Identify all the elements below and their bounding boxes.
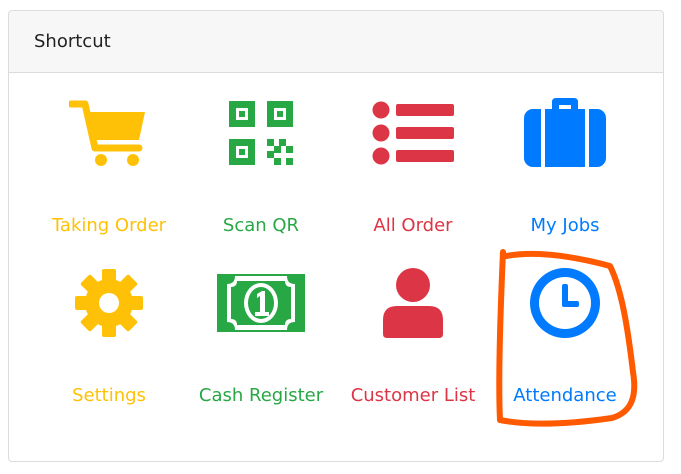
shortcut-label: Scan QR xyxy=(222,215,300,236)
panel-header: Shortcut xyxy=(9,11,663,73)
shortcut-customer-list[interactable]: Customer List xyxy=(338,243,488,406)
gear-icon xyxy=(75,269,143,337)
shortcut-all-order[interactable]: All Order xyxy=(338,73,488,236)
shortcut-label: All Order xyxy=(373,215,453,236)
clock-icon xyxy=(530,268,600,338)
user-icon xyxy=(383,268,443,338)
shortcut-label: My Jobs xyxy=(530,215,600,236)
shopping-cart-icon xyxy=(69,100,145,166)
shortcut-label: Settings xyxy=(72,385,146,406)
qr-code-icon xyxy=(229,101,293,165)
shortcut-attendance[interactable]: Attendance xyxy=(490,243,640,406)
shortcut-settings[interactable]: Settings xyxy=(34,243,184,406)
shortcut-label: Customer List xyxy=(350,385,476,406)
shortcut-label: Cash Register xyxy=(198,385,324,406)
shortcut-cash-register[interactable]: Cash Register xyxy=(186,243,336,406)
shortcut-taking-order[interactable]: Taking Order xyxy=(34,73,184,236)
briefcase-icon xyxy=(524,98,606,167)
list-icon xyxy=(372,101,454,165)
money-bill-icon xyxy=(217,274,305,332)
shortcut-my-jobs[interactable]: My Jobs xyxy=(490,73,640,236)
shortcut-panel: Shortcut Taking Order Scan QR All Order … xyxy=(8,10,664,462)
shortcut-scan-qr[interactable]: Scan QR xyxy=(186,73,336,236)
shortcut-label: Taking Order xyxy=(51,215,167,236)
shortcut-label: Attendance xyxy=(513,385,617,406)
panel-title: Shortcut xyxy=(34,31,111,52)
